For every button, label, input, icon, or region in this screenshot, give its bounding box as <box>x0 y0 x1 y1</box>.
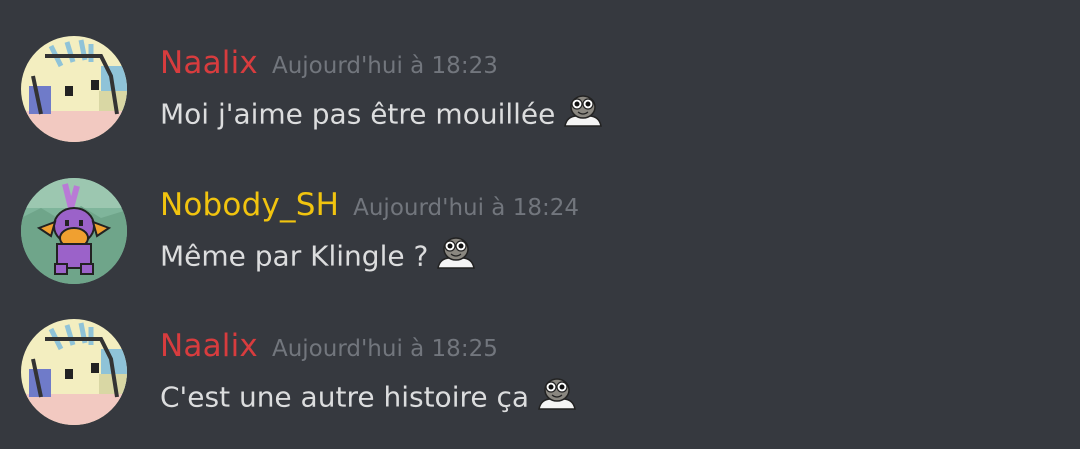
username[interactable]: Naalix <box>160 45 258 81</box>
username[interactable]: Nobody_SH <box>160 187 339 223</box>
message-text: Même par Klingle ? <box>160 239 429 273</box>
chat-message: Naalix Aujourd'hui à 18:25 C'est une autr… <box>0 316 1080 436</box>
message-text: Moi j'aime pas être mouillée <box>160 97 556 131</box>
message-text: C'est une autre histoire ça <box>160 380 530 414</box>
message-content: C'est une autre histoire ça <box>160 378 579 414</box>
user-avatar[interactable] <box>21 178 127 284</box>
message-content: Même par Klingle ? <box>160 237 478 273</box>
gnome-emoji-icon <box>434 234 478 270</box>
user-avatar[interactable] <box>21 36 127 142</box>
user-avatar[interactable] <box>21 319 127 425</box>
pixel-pokemon-avatar-icon <box>21 36 127 142</box>
chat-log: Naalix Aujourd'hui à 18:23 Moi j'aime pas… <box>0 0 1080 449</box>
message-content: Moi j'aime pas être mouillée <box>160 95 605 131</box>
message-timestamp: Aujourd'hui à 18:25 <box>271 336 498 362</box>
pixel-pokemon-avatar-icon <box>21 319 127 425</box>
message-timestamp: Aujourd'hui à 18:23 <box>271 53 498 79</box>
chat-message: Nobody_SH Aujourd'hui à 18:24 Même par Kl… <box>0 175 1080 295</box>
message-timestamp: Aujourd'hui à 18:24 <box>353 195 579 221</box>
username[interactable]: Naalix <box>160 328 258 364</box>
gnome-emoji-icon <box>561 92 605 128</box>
mudkip-avatar-icon <box>21 178 127 284</box>
gnome-emoji-icon <box>535 375 579 411</box>
chat-message: Naalix Aujourd'hui à 18:23 Moi j'aime pas… <box>0 33 1080 153</box>
